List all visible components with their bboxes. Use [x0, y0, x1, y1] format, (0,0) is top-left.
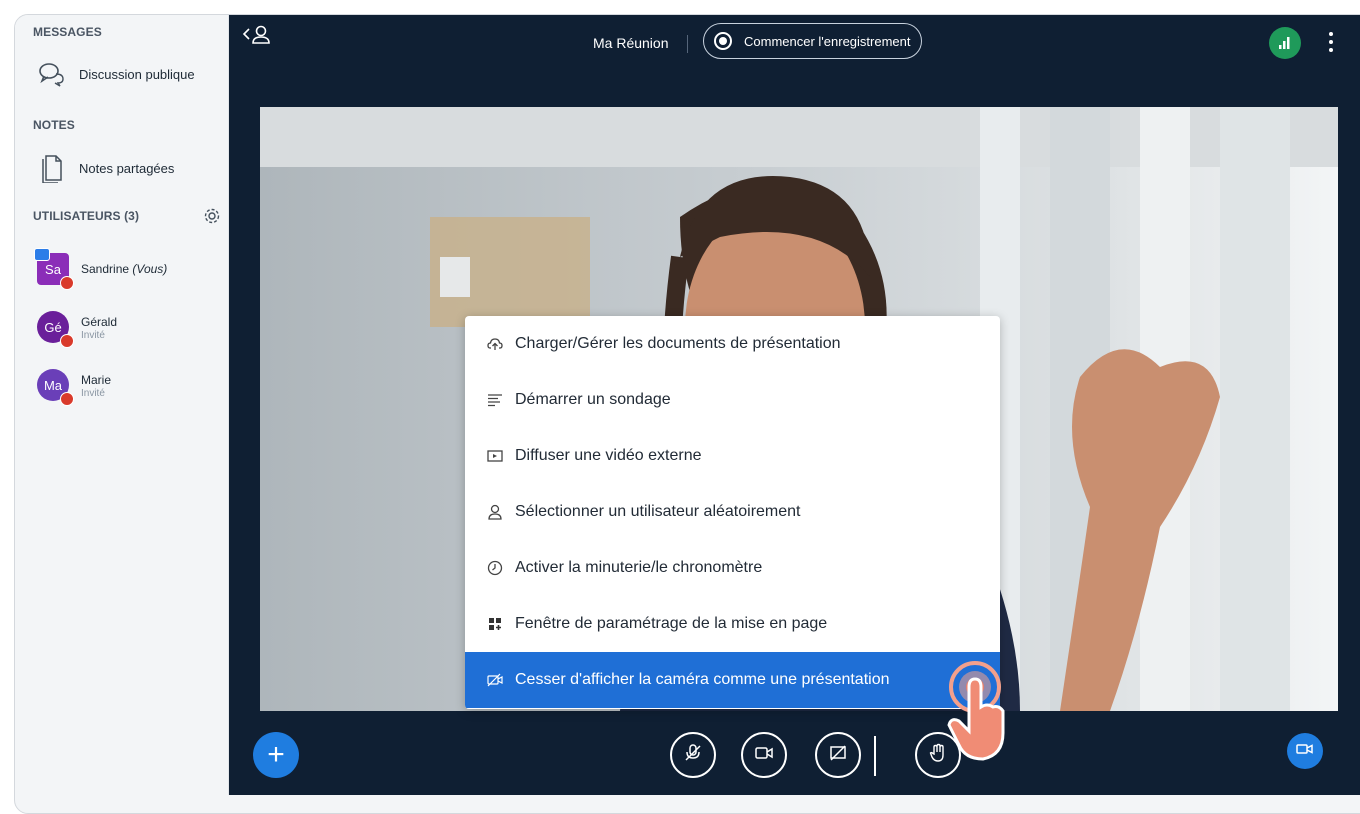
- user-role: Invité: [81, 330, 105, 341]
- menu-item-layout-settings[interactable]: Fenêtre de paramétrage de la mise en pag…: [465, 596, 1000, 652]
- title-divider: [687, 35, 688, 53]
- connection-status-icon[interactable]: [1269, 27, 1301, 59]
- menu-item-label: Diffuser une vidéo externe: [515, 447, 702, 464]
- camera-off-icon: [487, 672, 503, 688]
- plus-icon: +: [267, 738, 285, 771]
- public-chat-item[interactable]: Discussion publique: [37, 59, 195, 89]
- user-name: Sandrine: [81, 262, 130, 276]
- user-role: Invité: [81, 388, 105, 399]
- actions-plus-button[interactable]: +: [253, 732, 299, 778]
- click-pointer-hand-icon: [943, 655, 1013, 765]
- toggle-userlist-icon[interactable]: [241, 23, 275, 47]
- share-screen-button[interactable]: [815, 732, 861, 778]
- menu-item-label: Activer la minuterie/le chronomètre: [515, 559, 763, 576]
- menu-item-external-video[interactable]: Diffuser une vidéo externe: [465, 428, 1000, 484]
- layout-grid-icon: [487, 616, 503, 632]
- timer-icon: [487, 560, 503, 576]
- meeting-title: Ma Réunion: [593, 35, 669, 51]
- muted-mic-icon: [60, 392, 74, 406]
- menu-item-label: Démarrer un sondage: [515, 391, 671, 408]
- notes-section-title: NOTES: [33, 118, 75, 132]
- video-camera-icon: [1296, 742, 1314, 761]
- sidebar: MESSAGES Discussion publique NOTES Notes…: [15, 15, 229, 795]
- screen-share-off-icon: [828, 744, 848, 767]
- avatar: Sa: [34, 248, 74, 290]
- external-video-icon: [487, 448, 503, 464]
- bottom-bar: +: [229, 711, 1360, 795]
- menu-item-random-user[interactable]: Sélectionner un utilisateur aléatoiremen…: [465, 484, 1000, 540]
- menu-item-label: Charger/Gérer les documents de présentat…: [515, 335, 841, 352]
- menu-item-label: Sélectionner un utilisateur aléatoiremen…: [515, 503, 801, 520]
- app-window: MESSAGES Discussion publique NOTES Notes…: [14, 14, 1360, 814]
- user-icon: [487, 504, 503, 520]
- start-recording-button[interactable]: Commencer l'enregistrement: [703, 23, 922, 59]
- menu-item-label: Fenêtre de paramétrage de la mise en pag…: [515, 615, 828, 632]
- cloud-upload-icon: [487, 336, 503, 352]
- user-list-item[interactable]: Ma Marie Invité: [37, 369, 112, 406]
- meeting-area: Ma Réunion Commencer l'enregistrement + …: [229, 15, 1360, 795]
- share-camera-button[interactable]: [741, 732, 787, 778]
- camera-as-content-button[interactable]: [1287, 733, 1323, 769]
- avatar: Ma: [37, 369, 74, 406]
- start-recording-label: Commencer l'enregistrement: [744, 33, 911, 49]
- users-section-title: UTILISATEURS (3): [33, 209, 140, 223]
- unmute-button[interactable]: [670, 732, 716, 778]
- gear-icon[interactable]: [203, 207, 221, 225]
- presenter-icon: [34, 248, 50, 261]
- actions-menu: Charger/Gérer les documents de présentat…: [465, 316, 1000, 709]
- user-self-tag: (Vous): [132, 262, 168, 276]
- shared-notes-item[interactable]: Notes partagées: [37, 153, 174, 183]
- notes-document-icon: [37, 153, 67, 183]
- record-icon: [714, 32, 732, 50]
- chat-bubbles-icon: [37, 59, 67, 89]
- menu-item-timer[interactable]: Activer la minuterie/le chronomètre: [465, 540, 1000, 596]
- user-list-item[interactable]: Sa Sandrine (Vous): [34, 248, 168, 290]
- user-list-item[interactable]: Gé Gérald Invité: [37, 311, 118, 348]
- menu-item-upload-presentation[interactable]: Charger/Gérer les documents de présentat…: [465, 316, 1000, 372]
- avatar: Gé: [37, 311, 74, 348]
- camera-icon: [754, 744, 774, 767]
- more-options-icon[interactable]: [1329, 31, 1333, 53]
- top-bar: Ma Réunion Commencer l'enregistrement: [229, 15, 1360, 73]
- menu-item-label: Cesser d'afficher la caméra comme une pr…: [515, 671, 890, 688]
- controls-divider: [874, 736, 876, 776]
- user-name: Marie: [81, 373, 112, 387]
- menu-item-start-poll[interactable]: Démarrer un sondage: [465, 372, 1000, 428]
- mic-muted-icon: [683, 743, 703, 768]
- user-name: Gérald: [81, 315, 118, 329]
- shared-notes-label: Notes partagées: [79, 160, 175, 176]
- public-chat-label: Discussion publique: [79, 66, 195, 82]
- menu-item-stop-camera-presentation[interactable]: Cesser d'afficher la caméra comme une pr…: [465, 652, 1000, 708]
- muted-mic-icon: [60, 334, 74, 348]
- messages-section-title: MESSAGES: [33, 25, 102, 39]
- poll-list-icon: [487, 392, 503, 408]
- muted-mic-icon: [60, 276, 74, 290]
